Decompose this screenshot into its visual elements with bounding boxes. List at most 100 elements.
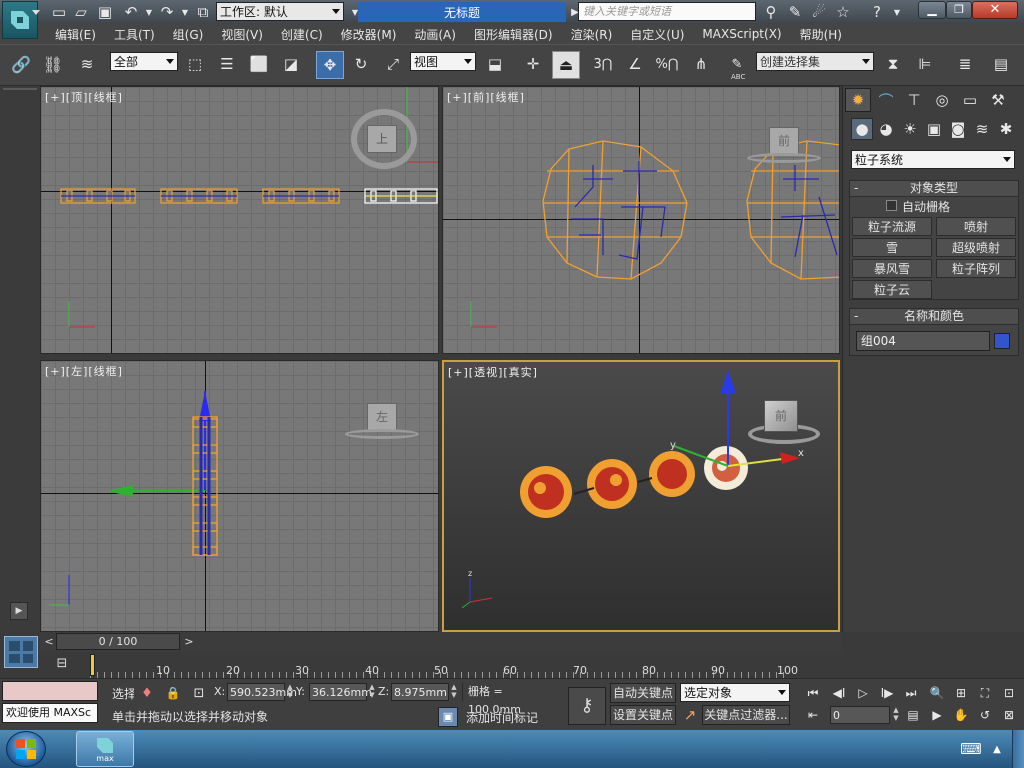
- zoom-all-icon[interactable]: ⊞: [952, 684, 970, 702]
- zoom-extents-icon[interactable]: ⛶: [976, 684, 994, 702]
- zoom-icon[interactable]: 🔍: [928, 684, 946, 702]
- add-time-tag-icon[interactable]: ▣: [438, 707, 458, 727]
- isolate-selection-icon[interactable]: ♦: [136, 682, 158, 704]
- menu-item-1[interactable]: 工具(T): [105, 26, 164, 43]
- maxscript-listener-pink[interactable]: [2, 681, 98, 701]
- geometry-icon[interactable]: ●: [851, 118, 873, 140]
- menu-item-10[interactable]: MAXScript(X): [693, 27, 790, 41]
- create-tab-icon[interactable]: ✹: [845, 88, 871, 112]
- name-color-header[interactable]: - 名称和颜色: [850, 309, 1018, 325]
- help-icon[interactable]: ?: [866, 1, 888, 23]
- start-button[interactable]: [6, 731, 46, 767]
- rectangular-selection-icon[interactable]: ⬜: [248, 53, 270, 75]
- field-of-view-icon[interactable]: ▶: [928, 706, 946, 724]
- minimize-button[interactable]: ▁: [918, 1, 946, 19]
- particle-array-button[interactable]: 粒子阵列: [936, 259, 1016, 278]
- subscription-icon[interactable]: ☄: [808, 1, 830, 23]
- auto-key-button[interactable]: 自动关键点: [610, 683, 676, 703]
- new-file-icon[interactable]: ▭: [48, 1, 70, 23]
- viewcube-top[interactable]: 上: [367, 125, 397, 153]
- pivot-center-icon[interactable]: ⬓: [484, 53, 506, 75]
- menu-item-5[interactable]: 修改器(M): [332, 26, 406, 43]
- viewport-layout-button[interactable]: [4, 636, 38, 668]
- time-slider-prev[interactable]: <: [42, 633, 56, 650]
- blizzard-button[interactable]: 暴风雪: [852, 259, 932, 278]
- systems-icon[interactable]: ✱: [995, 118, 1017, 140]
- absolute-mode-icon[interactable]: ⊡: [188, 682, 210, 704]
- particle-cloud-button[interactable]: 粒子云: [852, 280, 932, 299]
- graphite-tools-icon[interactable]: ▤: [990, 53, 1012, 75]
- open-file-icon[interactable]: ▱: [70, 1, 92, 23]
- mirror-icon[interactable]: ⧗: [882, 53, 904, 75]
- viewport-top[interactable]: [+][顶][线框] 上: [40, 86, 439, 354]
- help-dropdown-icon[interactable]: ▼: [886, 1, 908, 23]
- menu-item-2[interactable]: 组(G): [164, 26, 213, 43]
- select-object-icon[interactable]: ⬚: [184, 53, 206, 75]
- play-icon[interactable]: ▷: [854, 684, 872, 702]
- time-configuration-icon[interactable]: ▤: [904, 706, 922, 724]
- percent-snap-icon[interactable]: % ⋂: [655, 53, 678, 75]
- display-tab-icon[interactable]: ▭: [957, 88, 983, 112]
- y-coordinate-field[interactable]: 36.126mm: [309, 683, 372, 701]
- favorites-star-icon[interactable]: ☆: [832, 1, 854, 23]
- orbit-icon[interactable]: ↺: [976, 706, 994, 724]
- super-spray-button[interactable]: 超级喷射: [936, 238, 1016, 257]
- search-input[interactable]: 键入关键字或短语: [578, 2, 756, 21]
- add-time-tag-label[interactable]: 添加时间标记: [462, 709, 558, 727]
- logo-dropdown-arrow[interactable]: [32, 10, 40, 15]
- unlink-selection-icon[interactable]: ⛓: [42, 53, 64, 75]
- menu-item-0[interactable]: 编辑(E): [46, 26, 105, 43]
- spray-button[interactable]: 喷射: [936, 217, 1016, 236]
- reference-coordinate-dropdown[interactable]: 视图: [410, 52, 476, 71]
- set-key-button[interactable]: 设置关键点: [610, 705, 676, 725]
- show-desktop-button[interactable]: [1012, 730, 1024, 768]
- select-by-name-icon[interactable]: ☰: [216, 53, 238, 75]
- motion-tab-icon[interactable]: ◎: [929, 88, 955, 112]
- modify-tab-icon[interactable]: ⌒: [873, 88, 899, 112]
- track-view-toggle-icon[interactable]: ⊟: [52, 656, 72, 674]
- time-slider-thumb[interactable]: 0 / 100: [56, 633, 180, 650]
- named-selection-dropdown[interactable]: 创建选择集: [756, 52, 874, 71]
- key-target-dropdown[interactable]: 选定对象: [680, 683, 790, 702]
- communication-center-icon[interactable]: ✎: [784, 1, 806, 23]
- menu-item-4[interactable]: 创建(C): [272, 26, 332, 43]
- viewcube-left[interactable]: 左: [367, 403, 397, 431]
- snaps-toggle-icon[interactable]: 3 ⋂: [592, 53, 614, 75]
- align-icon[interactable]: ⊫: [914, 53, 936, 75]
- current-frame-field[interactable]: 0: [830, 706, 890, 724]
- save-icon[interactable]: ▣: [94, 1, 116, 23]
- z-spinner[interactable]: ▲ ▼: [450, 683, 458, 701]
- x-coordinate-field[interactable]: 590.523mm: [227, 683, 297, 701]
- time-slider-next[interactable]: >: [182, 633, 196, 650]
- space-warps-icon[interactable]: ≋: [971, 118, 993, 140]
- maxscript-listener-white[interactable]: 欢迎使用 MAXSc: [2, 703, 98, 723]
- binoculars-icon[interactable]: ⚲: [760, 1, 782, 23]
- snow-button[interactable]: 雪: [852, 238, 932, 257]
- key-mode-toggle-icon[interactable]: ⇤: [804, 706, 822, 724]
- close-button[interactable]: ✕: [972, 1, 1018, 19]
- viewport-front[interactable]: [+][前][线框] 前: [442, 86, 840, 354]
- object-type-header[interactable]: - 对象类型: [850, 181, 1018, 197]
- angle-snap-icon[interactable]: ∠: [624, 53, 646, 75]
- tray-arrow-icon[interactable]: ▲: [986, 738, 1008, 760]
- menu-item-11[interactable]: 帮助(H): [791, 26, 851, 43]
- object-name-field[interactable]: 组004: [856, 331, 990, 351]
- z-coordinate-field[interactable]: 8.975mm: [391, 683, 449, 701]
- expand-panel-button[interactable]: ▶: [10, 602, 28, 620]
- hierarchy-tab-icon[interactable]: ⊤: [901, 88, 927, 112]
- workspace-dropdown[interactable]: 工作区: 默认: [216, 2, 344, 21]
- previous-frame-icon[interactable]: ◀Ⅰ: [830, 684, 848, 702]
- go-to-end-icon[interactable]: ⏭: [902, 684, 920, 702]
- pan-view-icon[interactable]: ✋: [952, 706, 970, 724]
- viewport-left[interactable]: [+][左][线框] 左: [40, 360, 439, 632]
- particle-flow-source-button[interactable]: 粒子流源: [852, 217, 932, 236]
- restore-button[interactable]: ❐: [946, 1, 972, 19]
- select-and-rotate-icon[interactable]: ↻: [350, 53, 372, 75]
- edit-named-selection-icon[interactable]: ✎: [726, 53, 748, 75]
- set-key-icon[interactable]: ⚷: [568, 687, 606, 725]
- select-and-move-icon[interactable]: ✥: [316, 51, 344, 79]
- taskbar-3dsmax-button[interactable]: max: [76, 731, 134, 767]
- utilities-tab-icon[interactable]: ⚒: [985, 88, 1011, 112]
- menu-item-3[interactable]: 视图(V): [212, 26, 272, 43]
- viewport-perspective[interactable]: [+][透视][真实] x y z 前: [442, 360, 840, 632]
